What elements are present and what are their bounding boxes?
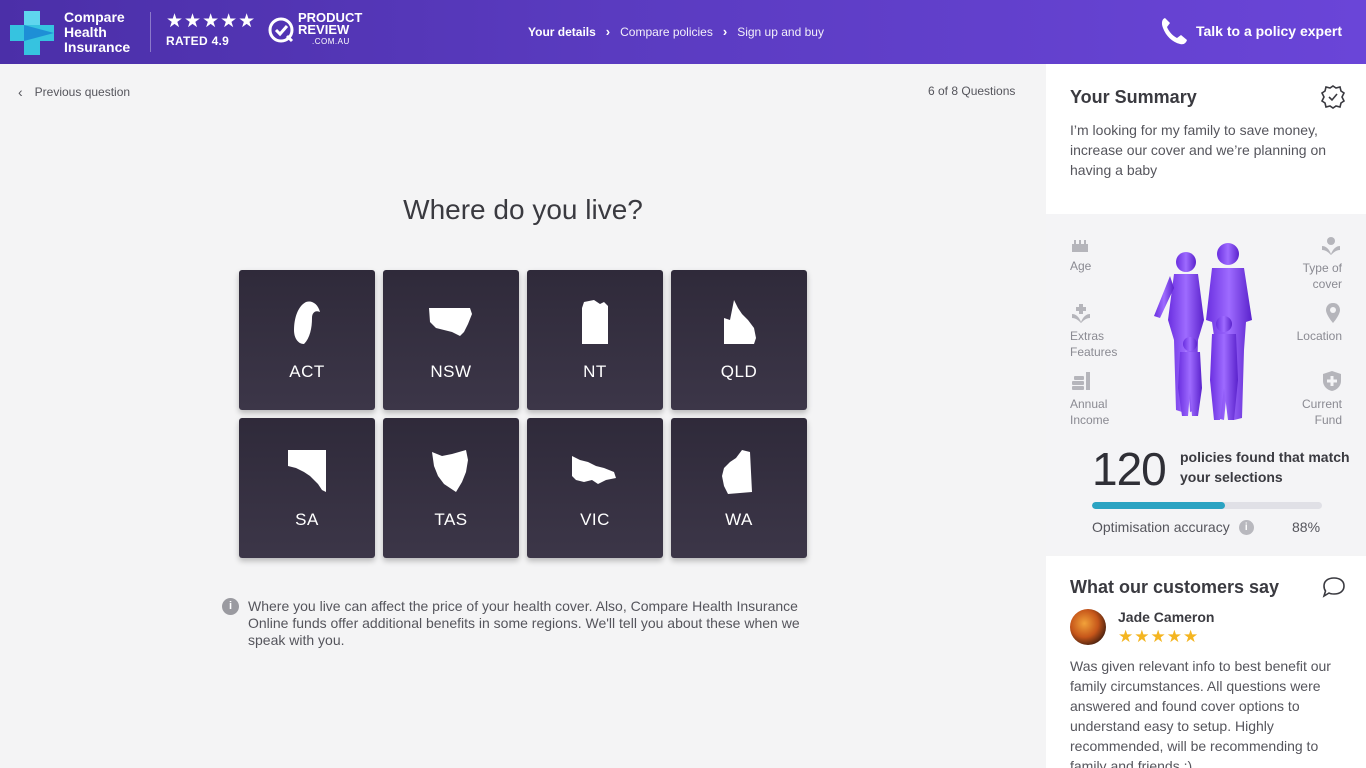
- step-compare-policies[interactable]: Compare policies: [620, 25, 713, 39]
- talk-to-expert-link[interactable]: Talk to a policy expert: [1160, 16, 1342, 46]
- state-label: QLD: [720, 362, 758, 381]
- cross-logo-icon: [10, 10, 54, 55]
- chevron-right-icon: ›: [722, 24, 728, 39]
- product-review-icon: [268, 17, 294, 43]
- policies-count-label: policies found that match your selection…: [1180, 449, 1350, 485]
- settings-badge-icon[interactable]: [1320, 84, 1346, 110]
- speech-bubble-icon: [1322, 577, 1345, 598]
- state-label: NSW: [430, 362, 472, 381]
- rating-block: ★★★★★ RATED 4.9: [166, 11, 257, 49]
- attribute-age[interactable]: Age: [1070, 234, 1091, 274]
- attribute-type-of-cover[interactable]: Type of cover: [1303, 234, 1342, 292]
- talk-label: Talk to a policy expert: [1195, 23, 1342, 39]
- summary-title: Your Summary: [1070, 87, 1197, 107]
- state-label: NT: [583, 362, 607, 381]
- note-text: Where you live can affect the price of y…: [248, 598, 800, 648]
- qld-map-icon: [724, 300, 756, 344]
- location-pin-icon: [1326, 303, 1340, 323]
- state-option-act[interactable]: ACT: [239, 270, 375, 410]
- state-option-nt[interactable]: NT: [527, 270, 663, 410]
- top-header: Compare Health Insurance ★★★★★ RATED 4.9…: [0, 0, 1366, 64]
- wa-map-icon: [722, 450, 752, 494]
- brand-logo[interactable]: Compare Health Insurance: [10, 10, 130, 55]
- attribute-label: Fund: [1314, 413, 1342, 427]
- accuracy-label-row: Optimisation accuracy i: [1092, 519, 1254, 535]
- state-label: ACT: [289, 362, 325, 381]
- attribute-location[interactable]: Location: [1297, 302, 1342, 344]
- nsw-map-icon: [429, 308, 472, 336]
- state-option-nsw[interactable]: NSW: [383, 270, 519, 410]
- accuracy-progress-bar: [1092, 502, 1322, 509]
- shield-plus-icon: [1323, 371, 1341, 391]
- reviewer-name: Jade Cameron: [1118, 609, 1215, 625]
- previous-label: Previous question: [34, 85, 131, 99]
- attribute-label: Age: [1070, 259, 1092, 273]
- accuracy-label: Optimisation accuracy: [1092, 519, 1230, 535]
- state-label: TAS: [434, 510, 468, 529]
- attribute-label: Current: [1301, 397, 1342, 411]
- brand-line-2: Health: [64, 24, 107, 40]
- state-option-sa[interactable]: SA: [239, 418, 375, 558]
- state-label: VIC: [580, 510, 610, 529]
- sa-map-icon: [288, 450, 326, 492]
- attribute-label: Features: [1070, 345, 1118, 359]
- family-figure-illustration: [1154, 243, 1252, 420]
- phone-icon: [1161, 18, 1187, 45]
- chevron-right-icon: ›: [605, 24, 611, 39]
- coins-icon: [1072, 372, 1090, 390]
- vic-map-icon: [572, 456, 616, 484]
- state-options-grid: ACT NSW NT QLD SA TAS VIC WA: [239, 270, 807, 558]
- step-your-details[interactable]: Your details: [528, 25, 596, 39]
- info-icon[interactable]: i: [1238, 519, 1254, 535]
- attribute-extras[interactable]: Extras Features: [1070, 302, 1117, 360]
- progress-breadcrumb: Your details › Compare policies › Sign u…: [528, 24, 824, 39]
- attribute-label: Annual: [1070, 397, 1108, 411]
- previous-question-link[interactable]: ‹ Previous question: [18, 84, 130, 100]
- question-title: Where do you live?: [403, 194, 643, 225]
- attribute-income[interactable]: Annual Income: [1070, 370, 1109, 428]
- selections-panel: Age Type of cover Extras Features Locati…: [1046, 214, 1366, 554]
- attribute-label: Income: [1070, 413, 1110, 427]
- extras-icon: [1072, 304, 1090, 323]
- header-divider: [150, 12, 151, 52]
- tas-map-icon: [432, 450, 468, 492]
- policies-count: 120: [1092, 443, 1167, 495]
- pr-line-3: .COM.AU: [312, 37, 350, 46]
- brand-line-1: Compare: [64, 9, 125, 25]
- cover-icon: [1322, 237, 1340, 255]
- brand-line-3: Insurance: [64, 39, 131, 55]
- summary-panel: Your Summary I’m looking for my family t…: [1046, 64, 1366, 214]
- reviews-title: What our customers say: [1070, 577, 1280, 597]
- state-label: WA: [725, 510, 753, 529]
- nt-map-icon: [582, 300, 608, 344]
- attribute-label: Extras: [1070, 329, 1105, 343]
- rating-text: RATED 4.9: [166, 34, 230, 48]
- pr-line-2: REVIEW: [298, 22, 350, 37]
- location-info-note: i Where you live can affect the price of…: [222, 598, 832, 649]
- chevron-left-icon: ‹: [18, 84, 23, 100]
- attribute-current-fund[interactable]: Current Fund: [1302, 370, 1342, 428]
- state-option-tas[interactable]: TAS: [383, 418, 519, 558]
- attribute-label: Type of: [1302, 261, 1342, 275]
- step-sign-up[interactable]: Sign up and buy: [737, 25, 824, 39]
- info-icon: i: [222, 598, 239, 615]
- review-stars: ★★★★★: [1118, 627, 1200, 646]
- question-counter: 6 of 8 Questions: [928, 84, 1016, 98]
- summary-description: I’m looking for my family to save money,…: [1070, 122, 1327, 178]
- state-label: SA: [295, 510, 319, 529]
- product-review-logo[interactable]: PRODUCT REVIEW .COM.AU: [268, 11, 362, 48]
- accuracy-progress-fill: [1092, 502, 1226, 509]
- attribute-label: cover: [1312, 277, 1342, 291]
- rating-stars: ★★★★★: [166, 11, 257, 32]
- attribute-label: Location: [1296, 329, 1342, 343]
- reviewer-avatar: [1070, 609, 1106, 645]
- review-text: Was given relevant info to best benefit …: [1070, 658, 1331, 768]
- act-map-icon: [294, 301, 320, 344]
- accuracy-value: 88%: [1292, 519, 1321, 535]
- customer-reviews-panel: What our customers say Jade Cameron ★★★★…: [1046, 556, 1366, 768]
- cake-icon: [1072, 240, 1088, 252]
- state-option-wa[interactable]: WA: [671, 418, 807, 558]
- state-option-vic[interactable]: VIC: [527, 418, 663, 558]
- state-option-qld[interactable]: QLD: [671, 270, 807, 410]
